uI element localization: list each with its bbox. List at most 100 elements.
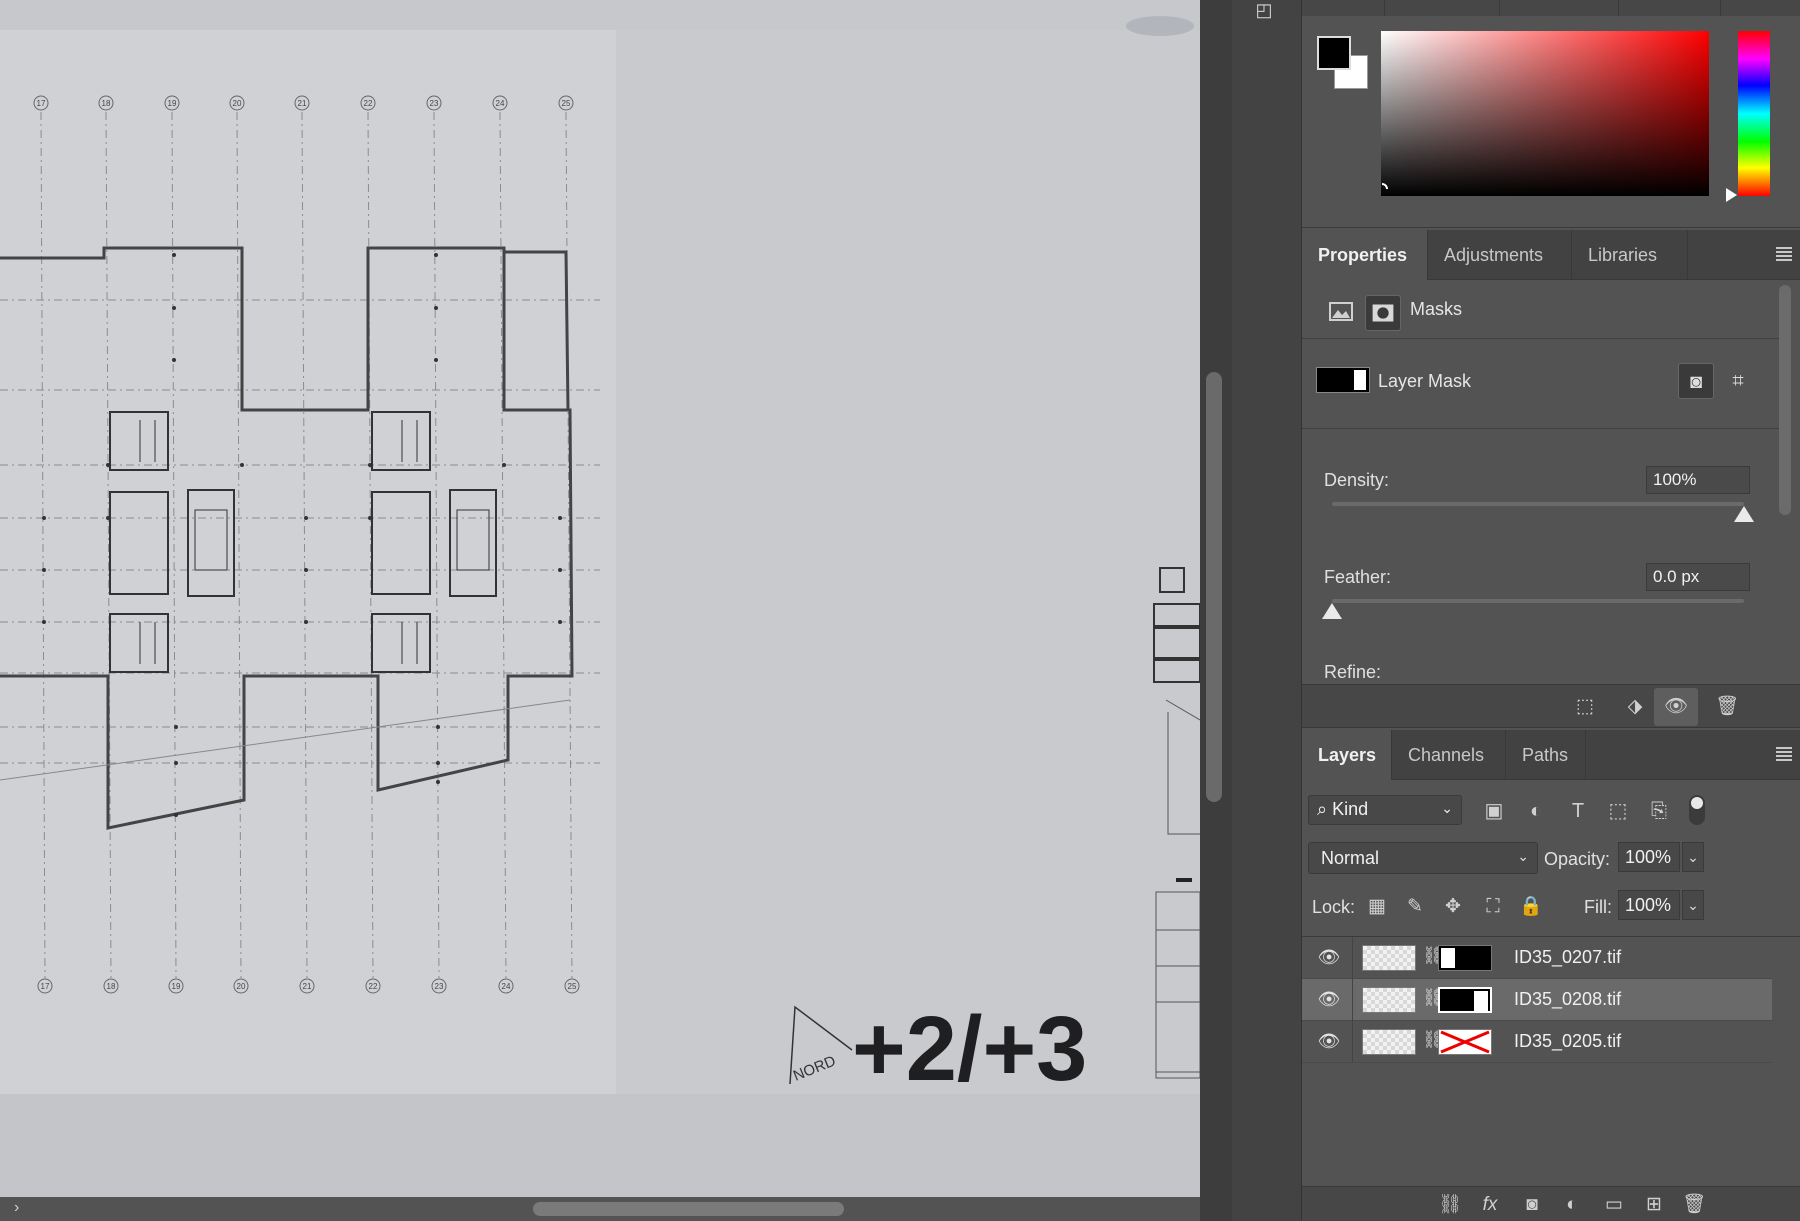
tab-channels[interactable]: Channels bbox=[1392, 730, 1506, 780]
link-layers-icon[interactable]: ⛓ bbox=[1436, 1193, 1464, 1217]
layer-name[interactable]: ID35_0208.tif bbox=[1514, 989, 1621, 1010]
density-slider[interactable] bbox=[1332, 502, 1744, 506]
eye-icon[interactable]: 👁 bbox=[1316, 1031, 1342, 1053]
layers-menu-icon[interactable] bbox=[1776, 747, 1792, 761]
properties-menu-icon[interactable] bbox=[1776, 247, 1792, 261]
foreground-color-swatch[interactable] bbox=[1317, 36, 1351, 70]
pixel-layer-properties-icon[interactable] bbox=[1326, 296, 1356, 326]
lock-all-icon[interactable]: 🔒 bbox=[1518, 894, 1544, 920]
svg-text:19: 19 bbox=[168, 99, 177, 108]
layer-thumbnail[interactable] bbox=[1362, 987, 1416, 1013]
delete-layer-icon[interactable]: 🗑 bbox=[1680, 1193, 1708, 1217]
tab-adjustments[interactable]: Adjustments bbox=[1428, 230, 1572, 280]
lock-position-icon[interactable]: ✥ bbox=[1440, 894, 1466, 920]
lock-row: Lock: ▦ ✎ ✥ ⛶ 🔒 Fill: 100% ⌄ bbox=[1302, 888, 1800, 928]
fill-dropdown-icon[interactable]: ⌄ bbox=[1682, 890, 1704, 920]
tab-properties[interactable]: Properties bbox=[1302, 230, 1428, 280]
opacity-dropdown-icon[interactable]: ⌄ bbox=[1682, 842, 1704, 872]
layer-thumbnail[interactable] bbox=[1362, 945, 1416, 971]
feather-slider-handle[interactable] bbox=[1322, 603, 1342, 619]
blend-mode-value: Normal bbox=[1321, 848, 1380, 868]
filter-shape-icon[interactable]: ⬚ bbox=[1604, 797, 1632, 825]
density-field[interactable]: 100% bbox=[1646, 466, 1750, 494]
mask-properties-icon[interactable] bbox=[1365, 295, 1401, 331]
tab-layers[interactable]: Layers bbox=[1302, 730, 1392, 780]
document-canvas[interactable]: 17 18 19 20 21 22 23 24 25 17 18 19 20 21 22 23 24 25 bbox=[0, 0, 1200, 1197]
blend-row: Normal ⌄ Opacity: 100% ⌄ bbox=[1302, 840, 1800, 880]
layer-row[interactable]: 👁 ⛓ ID35_0205.tif bbox=[1302, 1021, 1772, 1063]
filter-toggle[interactable] bbox=[1689, 795, 1705, 825]
grid-axis-label-top: 18 bbox=[98, 95, 114, 111]
select-pixel-mask-icon[interactable]: ◙ bbox=[1678, 363, 1714, 399]
horizontal-scroll-thumb[interactable] bbox=[533, 1202, 844, 1216]
density-label: Density: bbox=[1324, 470, 1390, 490]
color-panel bbox=[1302, 0, 1800, 228]
apply-mask-icon[interactable]: ⬗ bbox=[1620, 693, 1650, 721]
properties-scrollbar[interactable] bbox=[1779, 285, 1791, 515]
lock-image-pixels-icon[interactable]: ✎ bbox=[1402, 894, 1428, 920]
filter-type-icon[interactable]: T bbox=[1564, 797, 1592, 825]
svg-text:17: 17 bbox=[41, 982, 50, 991]
feather-slider[interactable] bbox=[1332, 599, 1744, 603]
layer-style-fx-icon[interactable]: fx bbox=[1476, 1193, 1504, 1217]
eye-icon[interactable]: 👁 bbox=[1316, 989, 1342, 1011]
tab-paths[interactable]: Paths bbox=[1506, 730, 1586, 780]
layer-row[interactable]: 👁 ⛓ ID35_0207.tif bbox=[1302, 937, 1772, 979]
eye-icon[interactable]: 👁 bbox=[1316, 947, 1342, 969]
opacity-field[interactable]: 100% bbox=[1618, 842, 1680, 872]
canvas-vertical-scrollbar[interactable] bbox=[1200, 0, 1232, 1221]
blend-mode-select[interactable]: Normal ⌄ bbox=[1308, 842, 1538, 874]
filter-adjustment-icon[interactable]: ◐ bbox=[1522, 797, 1550, 825]
density-slider-handle[interactable] bbox=[1734, 506, 1754, 522]
lock-transparent-pixels-icon[interactable]: ▦ bbox=[1364, 894, 1390, 920]
right-panels: Properties Adjustments Libraries Masks L… bbox=[1302, 0, 1800, 1221]
tab-libraries[interactable]: Libraries bbox=[1572, 230, 1688, 280]
filter-pixel-icon[interactable]: ▣ bbox=[1480, 797, 1508, 825]
grid-axis-label-top: 25 bbox=[558, 95, 574, 111]
grid-axis-label-bottom: 22 bbox=[365, 978, 381, 994]
filter-smart-object-icon[interactable]: ⎘ bbox=[1645, 797, 1673, 825]
layer-name[interactable]: ID35_0205.tif bbox=[1514, 1031, 1621, 1052]
lock-label: Lock: bbox=[1312, 897, 1356, 917]
toggle-mask-visibility-icon[interactable]: 👁 bbox=[1654, 688, 1698, 726]
new-adjustment-layer-icon[interactable]: ◐ bbox=[1558, 1193, 1586, 1217]
svg-text:17: 17 bbox=[37, 99, 46, 108]
vertical-scroll-thumb[interactable] bbox=[1206, 372, 1222, 802]
hue-slider[interactable] bbox=[1738, 31, 1770, 196]
chevron-right-icon[interactable]: › bbox=[14, 1199, 19, 1217]
svg-text:23: 23 bbox=[435, 982, 444, 991]
hue-slider-handle[interactable] bbox=[1726, 188, 1737, 202]
svg-text:18: 18 bbox=[102, 99, 111, 108]
grid-axis-label-top: 21 bbox=[294, 95, 310, 111]
fill-field[interactable]: 100% bbox=[1618, 890, 1680, 920]
horizontal-scrollbar[interactable]: › bbox=[0, 1197, 1200, 1221]
svg-text:20: 20 bbox=[237, 982, 246, 991]
saturation-brightness-field[interactable] bbox=[1381, 31, 1709, 196]
layer-mask-thumbnail[interactable] bbox=[1438, 987, 1492, 1013]
layer-row[interactable]: 👁 ⛓ ID35_0208.tif bbox=[1302, 979, 1772, 1021]
properties-footer: ⬚ ⬗ 👁 🗑 bbox=[1302, 684, 1800, 728]
new-group-folder-icon[interactable]: ▭ bbox=[1600, 1193, 1628, 1217]
filter-kind-select[interactable]: ⌕ Kind ⌄ bbox=[1308, 795, 1462, 825]
grid-axis-label-top: 19 bbox=[164, 95, 180, 111]
delete-mask-icon[interactable]: 🗑 bbox=[1712, 693, 1742, 721]
layer-mask-label: Layer Mask bbox=[1378, 371, 1472, 391]
layer-name[interactable]: ID35_0207.tif bbox=[1514, 947, 1621, 968]
masks-section-label: Masks bbox=[1410, 299, 1463, 319]
disabled-mask-thumbnail[interactable] bbox=[1438, 1029, 1492, 1055]
grid-axis-label-bottom: 25 bbox=[564, 978, 580, 994]
new-layer-icon[interactable]: ⊞ bbox=[1640, 1193, 1668, 1217]
panel-icon-dock: ◰ bbox=[1232, 0, 1302, 1221]
grid-axis-label-top: 23 bbox=[426, 95, 442, 111]
opacity-label: Opacity: bbox=[1544, 849, 1611, 869]
add-vector-mask-icon[interactable]: ⌗ bbox=[1720, 363, 1756, 399]
grid-axis-bottom-labels: 17 18 19 20 21 22 23 24 25 bbox=[37, 978, 580, 994]
layer-thumbnail[interactable] bbox=[1362, 1029, 1416, 1055]
feather-field[interactable]: 0.0 px bbox=[1646, 563, 1750, 591]
panel-toggle-icon[interactable]: ◰ bbox=[1250, 0, 1278, 26]
add-mask-icon[interactable]: ◙ bbox=[1518, 1193, 1546, 1217]
lock-artboard-icon[interactable]: ⛶ bbox=[1480, 894, 1506, 920]
search-icon: ⌕ bbox=[1317, 799, 1328, 819]
layer-mask-thumbnail[interactable] bbox=[1438, 945, 1492, 971]
load-selection-icon[interactable]: ⬚ bbox=[1570, 693, 1600, 721]
